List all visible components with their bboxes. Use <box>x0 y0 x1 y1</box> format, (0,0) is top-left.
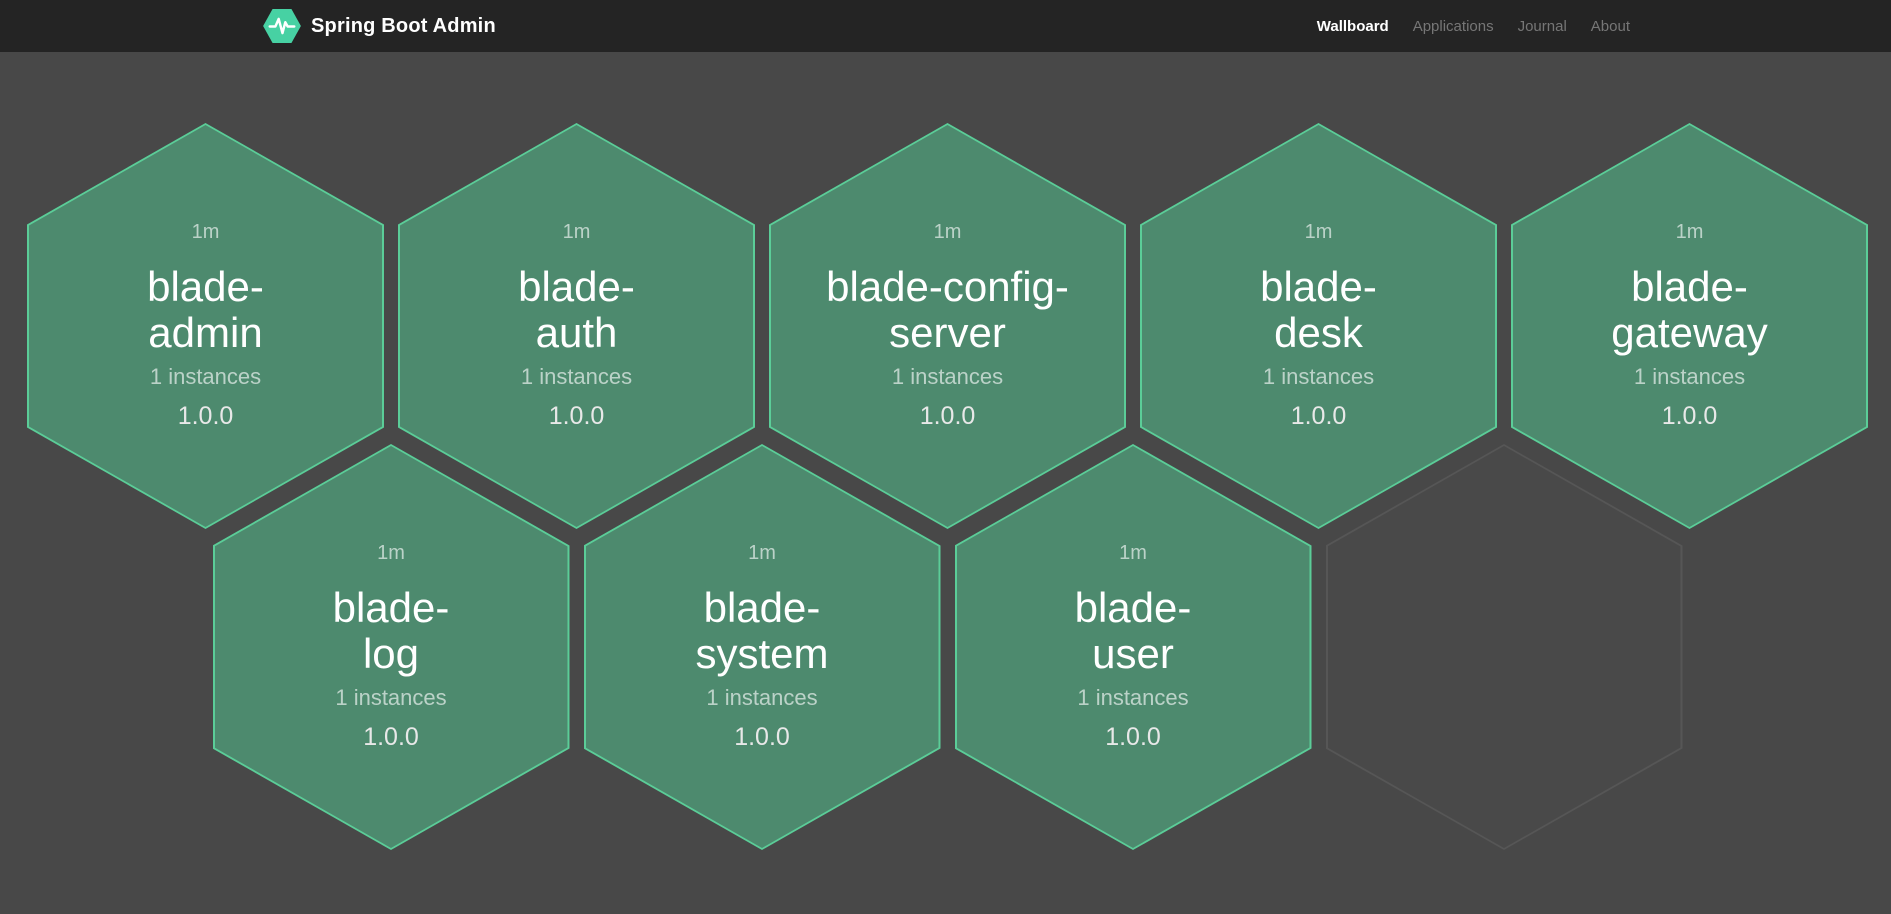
hexagon-body: 1m blade-desk 1 instances 1.0.0 <box>1142 125 1495 527</box>
application-name: blade-user <box>1075 585 1192 677</box>
application-hexagon-blade-log[interactable]: 1m blade-log 1 instances 1.0.0 <box>213 444 570 850</box>
application-hexagon-blade-desk[interactable]: 1m blade-desk 1 instances 1.0.0 <box>1140 123 1497 529</box>
hexagon-body: 1m blade-log 1 instances 1.0.0 <box>215 446 568 848</box>
version-label: 1.0.0 <box>920 400 976 432</box>
wallboard: 1m blade-admin 1 instances 1.0.0 1m blade-aut… <box>0 52 1891 914</box>
application-name-line: gateway <box>1611 310 1767 356</box>
version-label: 1.0.0 <box>363 721 419 753</box>
instances-label: 1 instances <box>706 683 817 713</box>
application-hexagon-blade-gateway[interactable]: 1m blade-gateway 1 instances 1.0.0 <box>1511 123 1868 529</box>
application-name-line: log <box>333 631 450 677</box>
nav-item-applications[interactable]: Applications <box>1413 18 1494 35</box>
application-hexagon-blade-admin[interactable]: 1m blade-admin 1 instances 1.0.0 <box>27 123 384 529</box>
application-hexagon-blade-system[interactable]: 1m blade-system 1 instances 1.0.0 <box>584 444 941 850</box>
uptime-label: 1m <box>934 218 962 246</box>
application-name-line: blade- <box>695 585 828 631</box>
uptime-label: 1m <box>1676 218 1704 246</box>
version-label: 1.0.0 <box>549 400 605 432</box>
application-name: blade-system <box>695 585 828 677</box>
instances-label: 1 instances <box>335 683 446 713</box>
instances-label: 1 instances <box>1077 683 1188 713</box>
application-name: blade-config-server <box>826 264 1069 356</box>
application-name-line: blade- <box>1611 264 1767 310</box>
nav-item-journal[interactable]: Journal <box>1518 18 1567 35</box>
application-name-line: blade-config- <box>826 264 1069 310</box>
navbar-menu: Wallboard Applications Journal About <box>1293 18 1630 35</box>
uptime-label: 1m <box>377 539 405 567</box>
application-name-line: blade- <box>518 264 635 310</box>
empty-hexagon-body <box>1328 446 1681 848</box>
hexagon-body: 1m blade-auth 1 instances 1.0.0 <box>400 125 753 527</box>
application-name-line: server <box>826 310 1069 356</box>
application-name-line: system <box>695 631 828 677</box>
application-hexagon-blade-user[interactable]: 1m blade-user 1 instances 1.0.0 <box>955 444 1312 850</box>
uptime-label: 1m <box>192 218 220 246</box>
instances-label: 1 instances <box>1634 362 1745 392</box>
brand[interactable]: Spring Boot Admin <box>263 9 496 43</box>
empty-hexagon-slot <box>1326 444 1683 850</box>
uptime-label: 1m <box>748 539 776 567</box>
application-name-line: admin <box>147 310 264 356</box>
application-name: blade-desk <box>1260 264 1377 356</box>
application-name: blade-admin <box>147 264 264 356</box>
application-name: blade-log <box>333 585 450 677</box>
version-label: 1.0.0 <box>734 721 790 753</box>
application-name-line: blade- <box>1075 585 1192 631</box>
hexagon-body: 1m blade-system 1 instances 1.0.0 <box>586 446 939 848</box>
uptime-label: 1m <box>563 218 591 246</box>
instances-label: 1 instances <box>150 362 261 392</box>
uptime-label: 1m <box>1119 539 1147 567</box>
application-hexagon-blade-config-server[interactable]: 1m blade-config-server 1 instances 1.0.0 <box>769 123 1126 529</box>
application-name: blade-gateway <box>1611 264 1767 356</box>
application-name-line: user <box>1075 631 1192 677</box>
application-name-line: auth <box>518 310 635 356</box>
hexagon-body: 1m blade-config-server 1 instances 1.0.0 <box>771 125 1124 527</box>
navbar: Spring Boot Admin Wallboard Applications J… <box>0 0 1891 52</box>
instances-label: 1 instances <box>521 362 632 392</box>
hexagon-body: 1m blade-gateway 1 instances 1.0.0 <box>1513 125 1866 527</box>
hexagon-body: 1m blade-user 1 instances 1.0.0 <box>957 446 1310 848</box>
nav-item-about[interactable]: About <box>1591 18 1630 35</box>
version-label: 1.0.0 <box>1291 400 1347 432</box>
application-name: blade-auth <box>518 264 635 356</box>
application-name-line: blade- <box>333 585 450 631</box>
brand-title: Spring Boot Admin <box>311 15 496 38</box>
spring-boot-admin-logo-icon <box>263 9 301 43</box>
application-hexagon-blade-auth[interactable]: 1m blade-auth 1 instances 1.0.0 <box>398 123 755 529</box>
nav-item-wallboard[interactable]: Wallboard <box>1317 18 1389 35</box>
version-label: 1.0.0 <box>178 400 234 432</box>
application-name-line: desk <box>1260 310 1377 356</box>
application-name-line: blade- <box>147 264 264 310</box>
instances-label: 1 instances <box>892 362 1003 392</box>
uptime-label: 1m <box>1305 218 1333 246</box>
instances-label: 1 instances <box>1263 362 1374 392</box>
version-label: 1.0.0 <box>1662 400 1718 432</box>
application-name-line: blade- <box>1260 264 1377 310</box>
hexagon-body: 1m blade-admin 1 instances 1.0.0 <box>29 125 382 527</box>
version-label: 1.0.0 <box>1105 721 1161 753</box>
